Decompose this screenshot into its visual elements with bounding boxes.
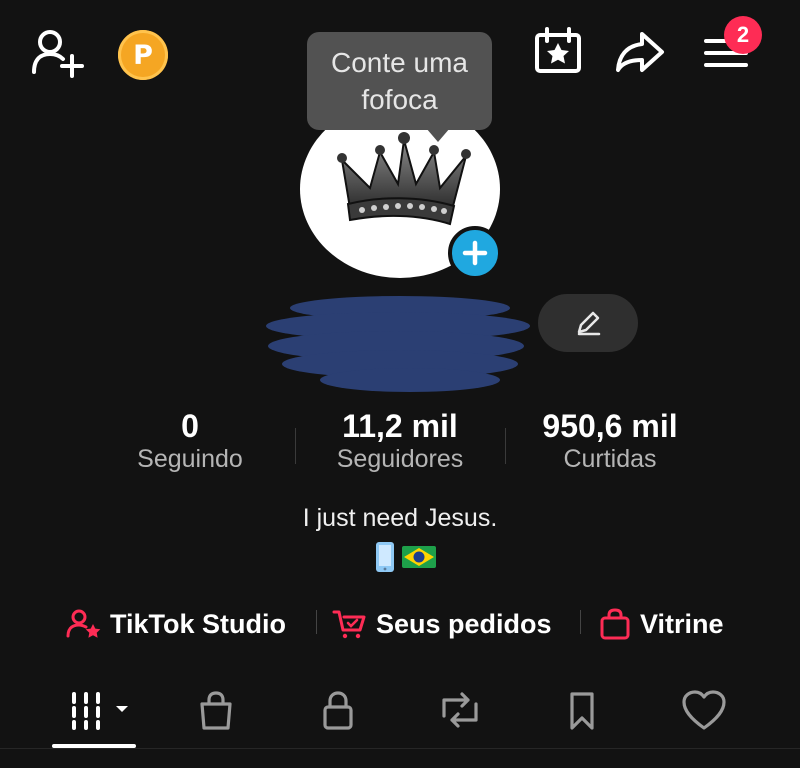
add-friend-button[interactable] [28, 26, 88, 80]
share-profile-button[interactable] [612, 28, 668, 76]
grid-icon [72, 692, 128, 730]
redacted-username [260, 292, 535, 396]
pencil-icon [577, 311, 601, 336]
showcase-link[interactable]: Vitrine [598, 604, 724, 644]
studio-user-star-icon [66, 609, 101, 638]
orders-link[interactable]: Seus pedidos [332, 604, 552, 644]
stat-divider [295, 428, 296, 464]
tab-reposts[interactable] [430, 684, 490, 736]
brazil-flag-emoji [402, 546, 436, 568]
calendar-button[interactable] [530, 26, 586, 76]
stat-label: Curtidas [563, 445, 657, 473]
tooltip-tail [426, 128, 450, 142]
add-story-button[interactable] [448, 226, 502, 280]
tab-liked[interactable] [674, 684, 734, 736]
link-divider [316, 610, 317, 634]
heart-icon [682, 690, 726, 730]
stat-likes[interactable]: 950,6 mil Curtidas [520, 408, 700, 474]
coin-icon: P [133, 39, 153, 71]
tab-favorites[interactable] [552, 684, 612, 736]
edit-name-button[interactable] [538, 294, 638, 352]
tooltip-text: Conte uma fofoca [331, 47, 468, 115]
plus-icon [462, 240, 488, 266]
bio-text: I just need Jesus. [302, 504, 498, 532]
tab-divider [0, 748, 800, 749]
link-label: TikTok Studio [110, 608, 287, 639]
link-label: Seus pedidos [376, 608, 552, 639]
stat-followers[interactable]: 11,2 mil Seguidores [310, 408, 490, 474]
shopping-bag-icon [600, 608, 630, 640]
stat-value: 0 [181, 408, 199, 444]
cart-check-icon [332, 610, 366, 639]
notification-badge: 2 [724, 16, 762, 54]
story-tooltip[interactable]: Conte uma fofoca [307, 32, 492, 130]
stat-value: 950,6 mil [542, 408, 678, 444]
stat-following[interactable]: 0 Seguindo [110, 408, 270, 474]
stat-divider [505, 428, 506, 464]
mobile-phone-emoji [376, 542, 394, 572]
calendar-star-icon [535, 27, 581, 73]
bag-icon [200, 691, 232, 730]
bookmark-icon [570, 692, 594, 730]
repost-icon [442, 692, 478, 728]
stat-label: Seguindo [137, 445, 243, 473]
bio-emojis [370, 540, 440, 574]
tab-shop[interactable] [186, 684, 246, 736]
lock-icon [323, 691, 353, 730]
stat-label: Seguidores [336, 445, 464, 473]
share-icon [616, 32, 664, 72]
coin-button[interactable]: P [118, 30, 168, 80]
link-divider [580, 610, 581, 634]
link-label: Vitrine [640, 608, 724, 639]
stat-value: 11,2 mil [342, 408, 458, 444]
tiktok-studio-link[interactable]: TikTok Studio [66, 604, 286, 644]
tab-private[interactable] [308, 684, 368, 736]
tab-videos[interactable] [64, 684, 134, 736]
add-friend-icon [32, 30, 84, 78]
